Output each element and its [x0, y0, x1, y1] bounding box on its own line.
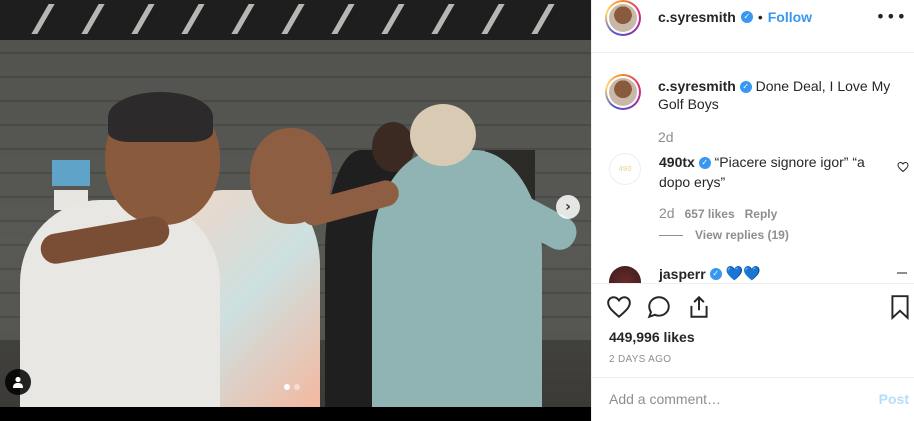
caption-timestamp: 2d: [658, 129, 674, 145]
comment-like-heart-icon[interactable]: [897, 161, 909, 173]
photo-letterbox: [0, 407, 591, 421]
view-replies-label: View replies (19): [695, 228, 789, 242]
comment-item: jasperr ✓ 💙💙: [659, 266, 761, 282]
comment-avatar[interactable]: 490: [609, 153, 641, 185]
reply-button[interactable]: Reply: [745, 207, 778, 221]
chevron-right-icon: ›: [565, 199, 571, 215]
post-photo[interactable]: ›: [0, 0, 591, 407]
carousel-dot-active: [284, 384, 290, 390]
comment-bubble-icon[interactable]: [646, 294, 672, 320]
view-replies-button[interactable]: View replies (19): [659, 228, 789, 242]
caption-text-block: c.syresmith ✓ Done Deal, I Love My Golf …: [658, 77, 913, 113]
post-comment-button[interactable]: Post: [879, 391, 909, 407]
next-slide-button[interactable]: ›: [556, 195, 580, 219]
photo-sign: [52, 160, 90, 186]
photo-person-4-hair: [410, 104, 476, 166]
author-username[interactable]: c.syresmith: [658, 9, 736, 25]
caption-avatar[interactable]: [605, 74, 641, 110]
bookmark-icon[interactable]: [887, 294, 913, 320]
add-comment-bar: Post: [592, 377, 914, 421]
follow-button[interactable]: Follow: [768, 9, 812, 25]
author-line: c.syresmith ✓ • Follow: [658, 9, 812, 25]
photo-person-2-head: [250, 128, 332, 224]
post-actions: 449,996 likes 2 DAYS AGO: [592, 283, 914, 377]
comment-meta: 2d 657 likes Reply: [659, 205, 777, 221]
post-date: 2 DAYS AGO: [609, 354, 672, 365]
likes-count[interactable]: 449,996 likes: [609, 329, 695, 345]
comment-username[interactable]: 490tx: [659, 154, 695, 170]
comment-body: 💙💙: [725, 266, 761, 282]
add-comment-input[interactable]: [609, 391, 849, 407]
more-options-icon[interactable]: •••: [876, 7, 907, 26]
post-header: c.syresmith ✓ • Follow •••: [592, 0, 914, 53]
carousel-indicator: [284, 384, 300, 390]
comment-avatar[interactable]: [609, 266, 641, 283]
photo-person-1-hair: [108, 92, 213, 142]
verified-badge-icon: ✓: [740, 11, 753, 23]
post-side-panel: c.syresmith ✓ • Follow ••• c.syresmith ✓…: [591, 0, 914, 421]
caption-username[interactable]: c.syresmith: [658, 78, 736, 94]
comments-list[interactable]: c.syresmith ✓ Done Deal, I Love My Golf …: [592, 54, 914, 283]
comment-likes[interactable]: 657 likes: [685, 207, 735, 221]
verified-badge-icon: ✓: [709, 268, 722, 280]
like-heart-icon[interactable]: [606, 294, 632, 320]
comment-timestamp: 2d: [659, 205, 675, 221]
replies-divider: [659, 234, 683, 236]
action-icons-group: [606, 294, 712, 320]
photo-ceiling: [0, 0, 591, 40]
user-icon: [13, 376, 23, 388]
comment-item: 490tx ✓ “Piacere signore igor” “a dopo e…: [659, 152, 884, 192]
verified-badge-icon: ✓: [698, 157, 711, 170]
comment-username[interactable]: jasperr: [659, 266, 706, 282]
dot-separator: •: [757, 9, 763, 25]
share-icon[interactable]: [686, 294, 712, 320]
verified-badge-icon: ✓: [739, 81, 752, 94]
author-avatar[interactable]: [605, 0, 641, 36]
comment-more-icon[interactable]: [897, 272, 907, 274]
carousel-dot: [294, 384, 300, 390]
tagged-users-button[interactable]: [5, 369, 31, 395]
